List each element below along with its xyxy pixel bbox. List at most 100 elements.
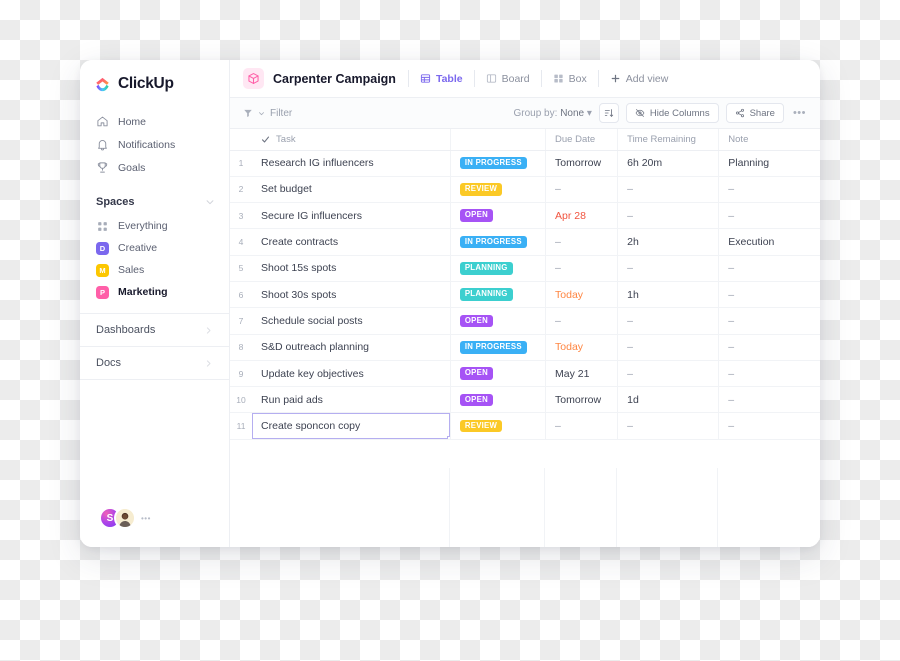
chevron-down-icon[interactable] xyxy=(205,197,215,207)
brand[interactable]: ClickUp xyxy=(80,60,229,107)
column-header-time-remaining[interactable]: Time Remaining xyxy=(617,129,720,151)
tab-box[interactable]: Box xyxy=(542,68,598,90)
cell-task[interactable]: Secure IG influencers xyxy=(252,202,451,230)
cell-status[interactable]: OPEN xyxy=(450,360,547,388)
cell-time-remaining[interactable]: – xyxy=(617,412,720,440)
table-row[interactable]: 11 Create sponcon copy REVIEW – – – xyxy=(230,412,820,440)
sidebar-item-home[interactable]: Home xyxy=(80,110,229,133)
cell-due-date[interactable]: – xyxy=(545,255,619,282)
cell-task[interactable]: Research IG influencers xyxy=(252,150,451,177)
cell-due-date[interactable]: – xyxy=(545,228,619,256)
table-row[interactable]: 10 Run paid ads OPEN Tomorrow 1d – xyxy=(230,386,820,414)
sidebar-item-goals[interactable]: Goals xyxy=(80,156,229,179)
cell-note[interactable]: – xyxy=(718,255,820,282)
cell-status[interactable]: PLANNING xyxy=(450,281,547,309)
cell-time-remaining[interactable]: 1d xyxy=(617,386,720,414)
cell-time-remaining[interactable]: – xyxy=(617,255,720,282)
table-row[interactable]: 3 Secure IG influencers OPEN Apr 28– – xyxy=(230,202,820,230)
cell-due-date[interactable]: – xyxy=(545,176,619,204)
cell-task[interactable]: Run paid ads xyxy=(252,386,451,414)
cell-status[interactable]: REVIEW xyxy=(450,412,547,440)
table-row[interactable]: 2 Set budget REVIEW – – – xyxy=(230,176,820,204)
sidebar-item-everything[interactable]: Everything xyxy=(80,215,229,237)
cell-due-date[interactable]: Today xyxy=(545,281,619,309)
share-button[interactable]: Share xyxy=(725,103,784,123)
cell-task[interactable]: Create contracts xyxy=(252,228,451,256)
cell-task[interactable]: S&D outreach planning xyxy=(252,334,451,361)
cell-note[interactable]: – xyxy=(718,176,820,204)
cell-time-remaining[interactable]: – xyxy=(617,360,720,388)
cell-status[interactable]: IN PROGRESS xyxy=(450,150,547,177)
hide-columns-button[interactable]: Hide Columns xyxy=(625,103,719,123)
cell-note[interactable]: – xyxy=(718,334,820,361)
cell-time-remaining[interactable]: – xyxy=(617,334,720,361)
cell-status[interactable]: OPEN xyxy=(450,386,547,414)
cell-time-remaining[interactable]: 1h xyxy=(617,281,720,309)
cell-note[interactable]: – xyxy=(718,307,820,335)
table-row[interactable]: 8 S&D outreach planning IN PROGRESS Today – – xyxy=(230,334,820,361)
cell-time-remaining[interactable]: 6h 20m xyxy=(617,150,720,177)
cell-due-date[interactable]: Tomorrow xyxy=(545,150,619,177)
cell-status[interactable]: PLANNING xyxy=(450,255,547,282)
tab-board[interactable]: Board xyxy=(475,68,541,90)
cell-status[interactable]: OPEN xyxy=(450,202,547,230)
cell-due-date[interactable]: – xyxy=(545,307,619,335)
cell-task[interactable]: Create sponcon copy xyxy=(252,412,451,440)
cell-due-date[interactable]: Today xyxy=(545,334,619,361)
primary-nav: Home Notifications Goals xyxy=(80,107,229,179)
cell-task[interactable]: Set budget xyxy=(252,176,451,204)
cell-due-date[interactable]: – xyxy=(545,412,619,440)
cell-time-remaining[interactable]: 2h xyxy=(617,228,720,256)
table-row[interactable]: 9 Update key objectives OPEN May 21– – xyxy=(230,360,820,388)
cell-note[interactable]: Execution xyxy=(718,228,820,256)
column-header-status[interactable] xyxy=(450,129,547,151)
group-by-control[interactable]: Group by: None ▾ xyxy=(513,108,591,119)
column-header-task[interactable]: Task xyxy=(252,129,451,151)
cell-task[interactable]: Shoot 30s spots xyxy=(252,281,451,309)
table-row[interactable]: 1 Research IG influencers IN PROGRESS Tomor… xyxy=(230,150,820,177)
page-title: Carpenter Campaign xyxy=(273,71,396,86)
cell-status[interactable]: IN PROGRESS xyxy=(450,334,547,361)
cell-task[interactable]: Update key objectives xyxy=(252,360,451,388)
sidebar-item-marketing[interactable]: P Marketing xyxy=(80,281,229,303)
cell-time-remaining[interactable]: – xyxy=(617,202,720,230)
cell-note[interactable]: – xyxy=(718,281,820,309)
cell-time-remaining[interactable]: – xyxy=(617,176,720,204)
table-row[interactable]: 7 Schedule social posts OPEN – – – xyxy=(230,307,820,335)
more-options-button[interactable]: ••• xyxy=(791,107,808,119)
add-view-button[interactable]: Add view xyxy=(599,68,680,90)
cell-note[interactable]: – xyxy=(718,412,820,440)
cell-note[interactable]: Planning xyxy=(718,150,820,177)
cell-task[interactable]: Shoot 15s spots xyxy=(252,255,451,282)
check-icon xyxy=(261,136,270,143)
trophy-icon xyxy=(97,162,108,173)
tab-table[interactable]: Table xyxy=(409,68,474,90)
filter-control[interactable]: Filter xyxy=(243,108,292,119)
sort-button[interactable] xyxy=(598,103,619,123)
cell-note[interactable]: – xyxy=(718,360,820,388)
cell-note[interactable]: – xyxy=(718,386,820,414)
cell-time-remaining[interactable]: – xyxy=(617,307,720,335)
table-row[interactable]: 6 Shoot 30s spots PLANNING Today 1h – xyxy=(230,281,820,309)
column-header-due-date[interactable]: Due Date xyxy=(545,129,619,151)
sidebar-item-creative[interactable]: D Creative xyxy=(80,237,229,259)
cell-due-date[interactable]: May 21 xyxy=(545,360,619,388)
spaces-section-header[interactable]: Spaces xyxy=(80,179,229,215)
cell-task[interactable]: Schedule social posts xyxy=(252,307,451,335)
table-row[interactable]: 5 Shoot 15s spots PLANNING – – – xyxy=(230,255,820,282)
cell-status[interactable]: OPEN xyxy=(450,307,547,335)
sidebar-item-sales[interactable]: M Sales xyxy=(80,259,229,281)
cell-note[interactable]: – xyxy=(718,202,820,230)
table-row[interactable]: 4 Create contracts IN PROGRESS –2h Execution xyxy=(230,228,820,256)
sidebar-item-notifications[interactable]: Notifications xyxy=(80,133,229,156)
cell-status[interactable]: REVIEW xyxy=(450,176,547,204)
resize-handle[interactable] xyxy=(446,435,450,439)
cell-due-date[interactable]: Tomorrow xyxy=(545,386,619,414)
column-header-note[interactable]: Note xyxy=(718,129,820,151)
sidebar-item-dashboards[interactable]: Dashboards xyxy=(80,314,229,347)
avatar-more-button[interactable]: ••• xyxy=(141,514,151,523)
sidebar-item-docs[interactable]: Docs xyxy=(80,347,229,380)
cell-due-date[interactable]: Apr 28 xyxy=(545,202,619,230)
cell-status[interactable]: IN PROGRESS xyxy=(450,228,547,256)
avatar[interactable] xyxy=(114,507,136,529)
